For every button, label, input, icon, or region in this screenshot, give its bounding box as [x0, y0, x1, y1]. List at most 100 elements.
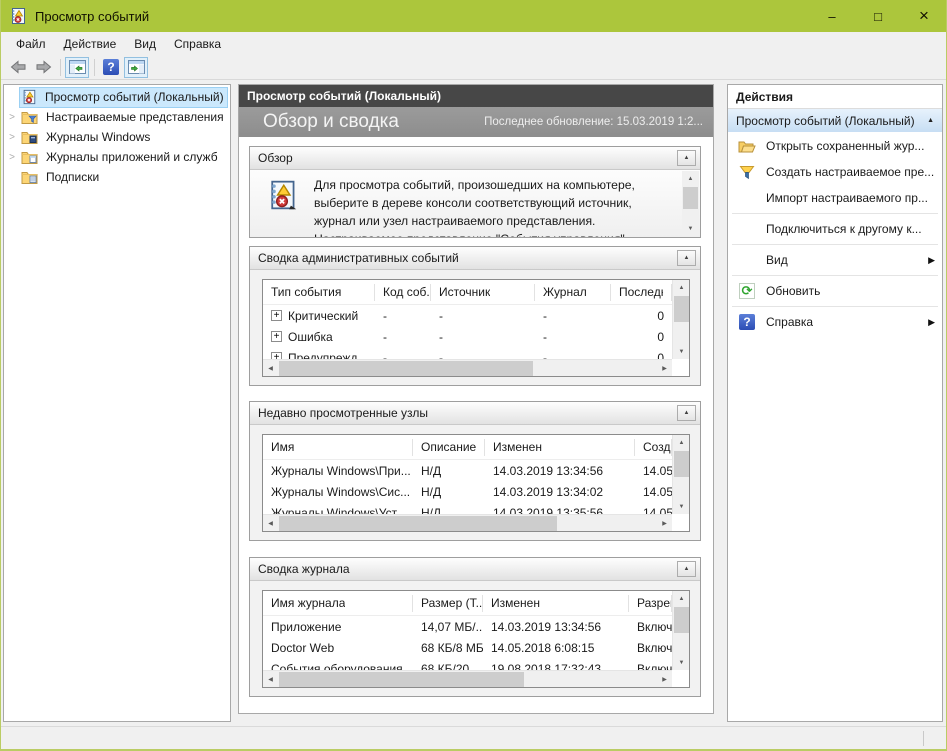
section-admin-header[interactable]: Сводка административных событий ▲: [250, 247, 700, 270]
vertical-scrollbar[interactable]: ▲▼: [672, 280, 689, 359]
scroll-down-icon[interactable]: ▼: [673, 655, 690, 670]
action-item-0[interactable]: Открыть сохраненный жур...: [728, 133, 942, 159]
menu-view[interactable]: Вид: [125, 34, 165, 54]
scroll-down-icon[interactable]: ▼: [673, 344, 690, 359]
resize-grip: [923, 731, 924, 746]
vertical-scrollbar[interactable]: ▲▼: [672, 435, 689, 514]
section-log-header[interactable]: Сводка журнала ▲: [250, 558, 700, 581]
expand-chevron-icon[interactable]: >: [4, 152, 20, 163]
column-header[interactable]: Имя журнала: [263, 595, 413, 612]
scrollbar-thumb[interactable]: [279, 672, 524, 687]
action-item-2[interactable]: Импорт настраиваемого пр...: [728, 185, 942, 211]
back-button[interactable]: [6, 57, 30, 78]
scroll-right-icon[interactable]: ▶: [657, 360, 672, 377]
table-row[interactable]: +Ошибка---0: [263, 326, 672, 347]
table-row[interactable]: События оборудования68 КБ/20 ...19.08.20…: [263, 658, 672, 670]
expand-icon[interactable]: +: [271, 331, 282, 342]
column-header[interactable]: Размер (Т...: [413, 595, 483, 612]
menu-help[interactable]: Справка: [165, 34, 230, 54]
column-header[interactable]: Тип события: [263, 284, 375, 301]
section-overview-header[interactable]: Обзор ▲: [250, 147, 700, 170]
collapse-button[interactable]: ▲: [677, 561, 696, 577]
scroll-up-icon[interactable]: ▲: [673, 591, 690, 606]
help-button[interactable]: ?: [99, 57, 123, 78]
expand-chevron-icon[interactable]: >: [4, 112, 20, 123]
forward-button[interactable]: [31, 57, 55, 78]
tree-item-3[interactable]: >Журналы приложений и служб: [4, 147, 230, 167]
tree-item-1[interactable]: >Настраиваемые представления: [4, 107, 230, 127]
scroll-left-icon[interactable]: ◀: [263, 515, 278, 532]
column-header[interactable]: Код соб...: [375, 284, 431, 301]
scroll-left-icon[interactable]: ◀: [263, 671, 278, 688]
close-button[interactable]: ×: [901, 0, 947, 32]
minimize-button[interactable]: –: [809, 0, 855, 32]
maximize-button[interactable]: □: [855, 0, 901, 32]
table-row[interactable]: Приложение14,07 МБ/...14.03.2019 13:34:5…: [263, 616, 672, 637]
table-row[interactable]: +Предупрежд...---0: [263, 347, 672, 359]
collapse-button[interactable]: ▲: [677, 150, 696, 166]
table-row[interactable]: Журналы Windows\Уст...Н/Д14.03.2019 13:3…: [263, 502, 672, 514]
horizontal-scrollbar[interactable]: ◀▶: [263, 670, 672, 687]
column-header[interactable]: Источник: [431, 284, 535, 301]
column-header[interactable]: Изменен: [483, 595, 629, 612]
tree-item-content[interactable]: Журналы приложений и служб: [20, 148, 221, 167]
scroll-right-icon[interactable]: ▶: [657, 515, 672, 532]
vertical-scrollbar[interactable]: ▲▼: [672, 591, 689, 670]
show-console-tree-button[interactable]: [65, 57, 89, 78]
column-header[interactable]: Последн...: [611, 284, 672, 301]
table-row[interactable]: Журналы Windows\Сис...Н/Д14.03.2019 13:3…: [263, 481, 672, 502]
scroll-right-icon[interactable]: ▶: [657, 671, 672, 688]
expand-chevron-icon[interactable]: >: [4, 132, 20, 143]
tree-item-content[interactable]: Подписки: [20, 168, 102, 187]
scroll-left-icon[interactable]: ◀: [263, 360, 278, 377]
collapse-button[interactable]: ▲: [677, 250, 696, 266]
menu-file[interactable]: Файл: [7, 34, 55, 54]
tree-item-content[interactable]: Просмотр событий (Локальный): [20, 88, 227, 107]
scrollbar-thumb[interactable]: [279, 516, 557, 531]
column-header[interactable]: Разреш: [629, 595, 672, 612]
scroll-down-icon[interactable]: ▼: [673, 499, 690, 514]
action-item-label: Подключиться к другому к...: [766, 222, 922, 236]
column-header[interactable]: Журнал: [535, 284, 611, 301]
tree-item-root[interactable]: Просмотр событий (Локальный): [4, 87, 230, 107]
action-item-3[interactable]: Подключиться к другому к...: [728, 216, 942, 242]
scroll-down-icon[interactable]: ▼: [682, 221, 699, 236]
scrollbar-thumb[interactable]: [674, 451, 689, 477]
table-row[interactable]: +Критический---0: [263, 305, 672, 326]
collapse-button[interactable]: ▲: [677, 405, 696, 421]
scrollbar[interactable]: ▲ ▼: [682, 171, 699, 236]
scrollbar-thumb[interactable]: [279, 361, 533, 376]
horizontal-scrollbar[interactable]: ◀▶: [263, 514, 672, 531]
menu-action[interactable]: Действие: [55, 34, 126, 54]
column-header[interactable]: Изменен: [485, 439, 635, 456]
scroll-up-icon[interactable]: ▲: [682, 171, 699, 186]
action-item-label: Обновить: [766, 284, 820, 298]
table-row[interactable]: Журналы Windows\При...Н/Д14.03.2019 13:3…: [263, 460, 672, 481]
tree-item-content[interactable]: Настраиваемые представления: [20, 108, 227, 127]
action-item-4[interactable]: Вид▶: [728, 247, 942, 273]
scroll-up-icon[interactable]: ▲: [673, 280, 690, 295]
scrollbar-thumb[interactable]: [674, 296, 689, 322]
scrollbar-thumb[interactable]: [674, 607, 689, 633]
table-cell: Н/Д: [413, 506, 485, 515]
tree-item-2[interactable]: >Журналы Windows: [4, 127, 230, 147]
show-action-pane-button[interactable]: [124, 57, 148, 78]
column-header[interactable]: Создан: [635, 439, 672, 456]
expand-icon[interactable]: +: [271, 352, 282, 359]
table-row[interactable]: Doctor Web68 КБ/8 МБ14.05.2018 6:08:15Вк…: [263, 637, 672, 658]
action-item-5[interactable]: ⟳Обновить: [728, 278, 942, 304]
tree-item-content[interactable]: Журналы Windows: [20, 128, 153, 147]
column-header[interactable]: Описание: [413, 439, 485, 456]
scrollbar-thumb[interactable]: [683, 187, 698, 209]
expand-icon[interactable]: +: [271, 310, 282, 321]
tree-item-4[interactable]: Подписки: [4, 167, 230, 187]
action-item-6[interactable]: ?Справка▶: [728, 309, 942, 335]
submenu-arrow-icon: ▶: [928, 317, 935, 328]
section-nodes-header[interactable]: Недавно просмотренные узлы ▲: [250, 402, 700, 425]
column-header[interactable]: Имя: [263, 439, 413, 456]
actions-group-header[interactable]: Просмотр событий (Локальный) ▲: [728, 109, 942, 133]
horizontal-scrollbar[interactable]: ◀▶: [263, 359, 672, 376]
scroll-up-icon[interactable]: ▲: [673, 435, 690, 450]
action-item-1[interactable]: Создать настраиваемое пре...: [728, 159, 942, 185]
table-cell: Н/Д: [413, 464, 485, 478]
